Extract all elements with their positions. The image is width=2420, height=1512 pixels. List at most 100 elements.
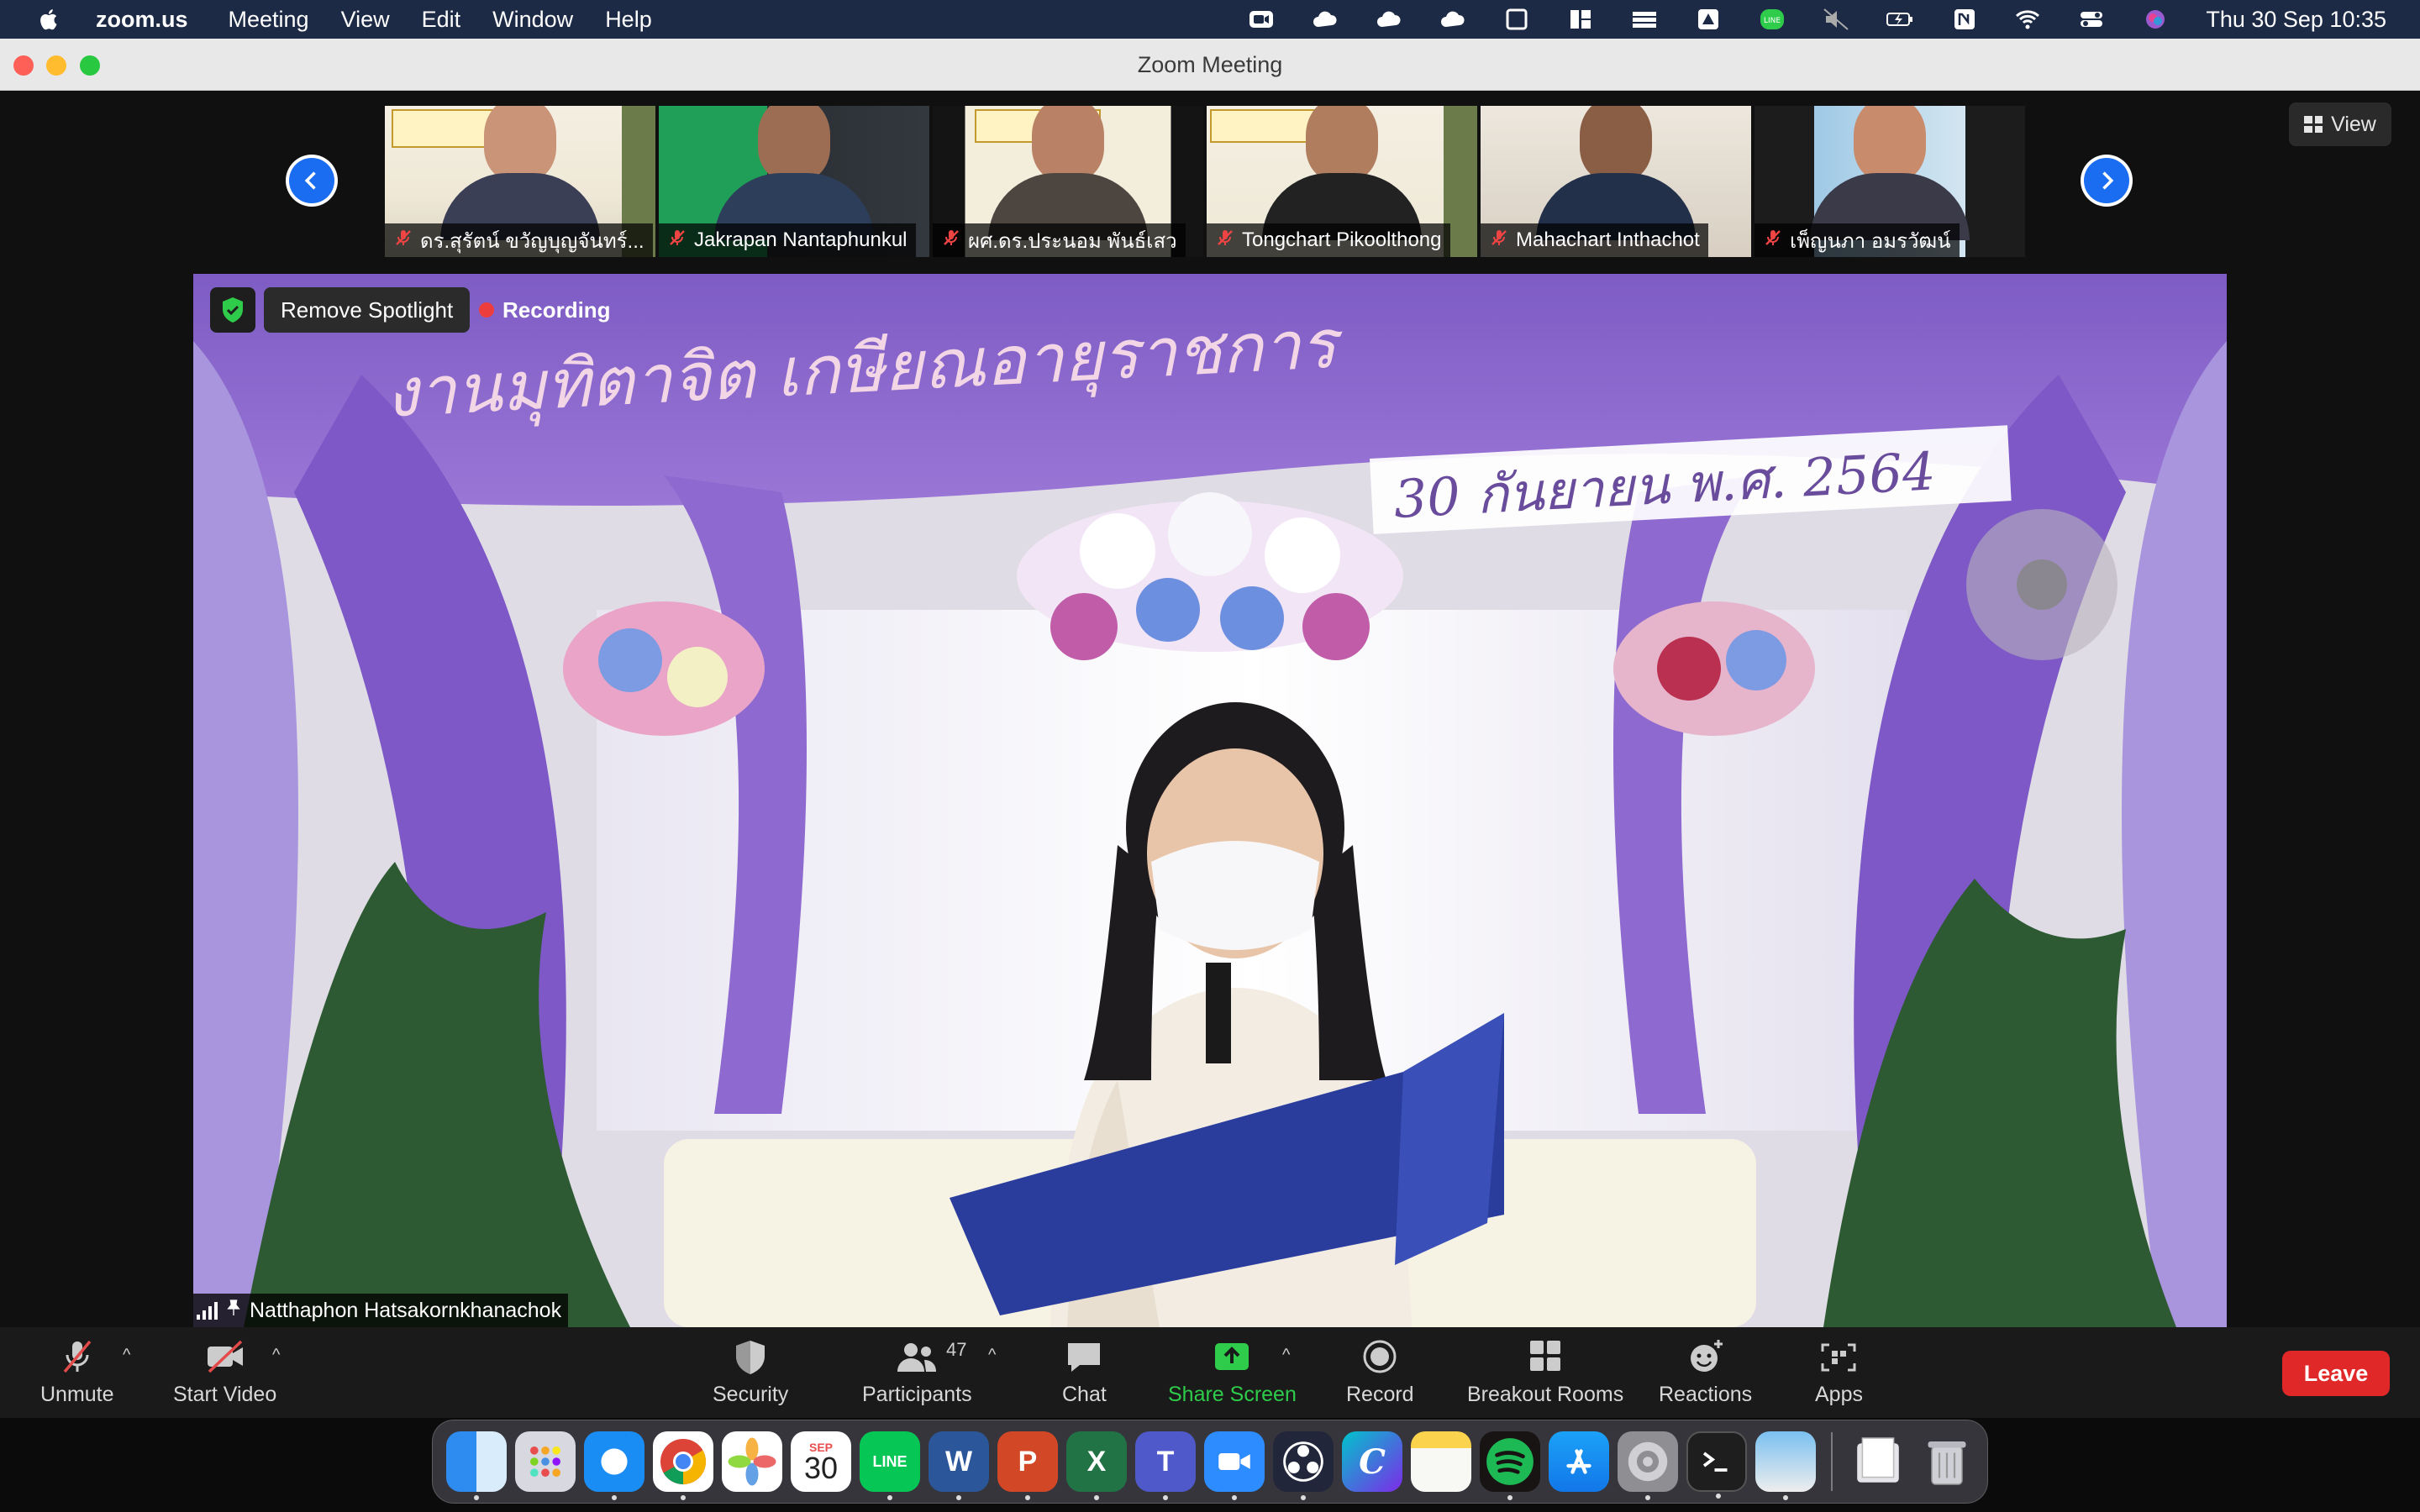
zoom-app-icon[interactable] — [1204, 1431, 1265, 1500]
terminal-icon[interactable] — [1686, 1431, 1747, 1499]
volume-mute-icon[interactable] — [1819, 7, 1853, 32]
cloud-icon[interactable] — [1436, 7, 1470, 32]
powerpoint-icon[interactable]: P — [997, 1431, 1058, 1500]
microphone-muted-icon — [941, 228, 961, 254]
share-screen-label: Share Screen — [1168, 1383, 1297, 1406]
start-video-button[interactable]: Start Video — [173, 1334, 276, 1415]
reactions-button[interactable]: Reactions — [1659, 1334, 1752, 1415]
participant-video — [1536, 106, 1696, 240]
grid-view-icon — [2304, 116, 2323, 133]
leave-meeting-button[interactable]: Leave — [2282, 1351, 2390, 1396]
microphone-muted-icon — [1489, 228, 1509, 254]
chat-bubble-icon — [1068, 1343, 1101, 1372]
menu-meeting[interactable]: Meeting — [229, 7, 309, 33]
layout-icon[interactable] — [1564, 7, 1597, 32]
participants-options-caret[interactable]: ^ — [988, 1346, 996, 1365]
stack-icon[interactable] — [1628, 7, 1661, 32]
notion-icon[interactable] — [1947, 7, 1981, 32]
participants-count: 47 — [946, 1339, 967, 1360]
siri-icon[interactable] — [2139, 7, 2172, 32]
photos-icon[interactable] — [722, 1431, 782, 1492]
recording-label: Recording — [502, 297, 611, 323]
chat-button[interactable]: Chat — [1062, 1334, 1107, 1415]
finder-icon[interactable] — [446, 1431, 507, 1500]
unmute-button[interactable]: Unmute — [40, 1334, 114, 1415]
participant-name: Mahachart Inthachot — [1516, 228, 1700, 251]
participant-name: ดร.สุรัตน์ ขวัญบุญจันทร์... — [420, 229, 644, 253]
participant-name: เพ็ญนภา อมรวัฒน์ — [1790, 229, 1951, 253]
recording-indicator[interactable]: Recording — [471, 287, 619, 333]
participant-tile[interactable]: เพ็ญนภา อมรวัฒน์ — [1754, 106, 2025, 257]
app-store-icon[interactable] — [1549, 1431, 1609, 1492]
dock-separator — [1831, 1432, 1833, 1491]
zoom-status-icon[interactable] — [1244, 7, 1278, 32]
app-name-menu[interactable]: zoom.us — [96, 7, 188, 33]
spotify-icon[interactable] — [1480, 1431, 1540, 1500]
teams-app-label: T — [1156, 1445, 1175, 1478]
line-app-icon[interactable]: LINE — [860, 1431, 920, 1500]
obs-icon[interactable] — [1273, 1431, 1334, 1500]
microphone-muted-icon — [667, 228, 687, 254]
share-options-caret[interactable]: ^ — [1282, 1346, 1290, 1365]
menubar-clock[interactable]: Thu 30 Sep 10:35 — [2206, 7, 2386, 33]
launchpad-icon[interactable] — [515, 1431, 576, 1492]
audio-options-caret[interactable]: ^ — [123, 1346, 130, 1365]
excel-icon[interactable]: X — [1066, 1431, 1127, 1500]
security-label: Security — [713, 1383, 789, 1406]
record-button[interactable]: Record — [1346, 1334, 1414, 1415]
next-page-button[interactable] — [2081, 155, 2133, 207]
wifi-icon[interactable] — [2011, 7, 2044, 32]
battery-icon[interactable] — [1883, 7, 1917, 32]
breakout-rooms-button[interactable]: Breakout Rooms — [1467, 1334, 1623, 1415]
system-preferences-icon[interactable] — [1618, 1431, 1678, 1500]
remove-spotlight-button[interactable]: Remove Spotlight — [264, 287, 471, 333]
share-screen-button[interactable]: Share Screen — [1168, 1334, 1297, 1415]
menu-view[interactable]: View — [341, 7, 390, 33]
reactions-smiley-icon — [1690, 1340, 1723, 1372]
word-icon[interactable]: W — [929, 1431, 989, 1500]
powerpoint-app-label: P — [1018, 1445, 1038, 1478]
excel-app-label: X — [1086, 1445, 1107, 1478]
participant-video — [1810, 106, 1970, 240]
breakout-rooms-icon — [1530, 1341, 1561, 1371]
trash-icon[interactable] — [1917, 1431, 1977, 1492]
menu-help[interactable]: Help — [605, 7, 652, 33]
menu-window[interactable]: Window — [492, 7, 573, 33]
teams-icon[interactable]: T — [1135, 1431, 1196, 1500]
notes-icon[interactable] — [1411, 1431, 1471, 1492]
drive-icon[interactable] — [1691, 7, 1725, 32]
participant-tile[interactable]: ดร.สุรัตน์ ขวัญบุญจันทร์... — [385, 106, 655, 257]
menu-edit[interactable]: Edit — [422, 7, 461, 33]
chrome-icon[interactable] — [653, 1431, 713, 1500]
calendar-day: 30 — [803, 1451, 839, 1485]
participant-tile[interactable]: ผศ.ดร.ประนอม พันธ์เสว — [933, 106, 1203, 257]
apps-button[interactable]: Apps — [1815, 1334, 1863, 1415]
reactions-label: Reactions — [1659, 1383, 1753, 1406]
encryption-shield-icon[interactable] — [210, 287, 255, 333]
participant-strip: ดร.สุรัตน์ ขวัญบุญจันทร์... Jakrapan Nan… — [385, 106, 2025, 257]
speaker-name-strip: Natthaphon Hatsakornkhanachok — [193, 1294, 569, 1327]
control-center-icon[interactable] — [2075, 7, 2108, 32]
cloud-icon[interactable] — [1372, 7, 1406, 32]
participant-tile[interactable]: Jakrapan Nantaphunkul — [659, 106, 929, 257]
participant-video — [1262, 106, 1422, 240]
window-icon[interactable] — [1500, 7, 1534, 32]
canva-icon[interactable]: C — [1342, 1431, 1402, 1492]
previous-page-button[interactable] — [286, 155, 338, 207]
calendar-icon[interactable]: SEP 30 — [791, 1431, 851, 1492]
downloads-folder-icon[interactable] — [1848, 1431, 1908, 1492]
spotlight-video[interactable]: งานมุทิตาจิต เกษียณอายุราชการ 30 กันยายน… — [193, 274, 2227, 1327]
safari-icon[interactable] — [584, 1431, 644, 1500]
apple-menu-icon[interactable] — [34, 3, 66, 35]
preview-icon[interactable] — [1755, 1431, 1816, 1500]
view-button[interactable]: View — [2289, 102, 2391, 146]
line-status-icon[interactable]: LINE — [1755, 7, 1789, 32]
cloud-icon[interactable] — [1308, 7, 1342, 32]
participant-tile[interactable]: Mahachart Inthachot — [1481, 106, 1751, 257]
participant-tile[interactable]: Tongchart Pikoolthong — [1207, 106, 1477, 257]
security-button[interactable]: Security — [713, 1334, 788, 1415]
window-title: Zoom Meeting — [1137, 52, 1283, 77]
participant-name: ผศ.ดร.ประนอม พันธ์เสว — [968, 229, 1177, 253]
video-options-caret[interactable]: ^ — [272, 1346, 280, 1365]
apps-label: Apps — [1815, 1383, 1863, 1406]
